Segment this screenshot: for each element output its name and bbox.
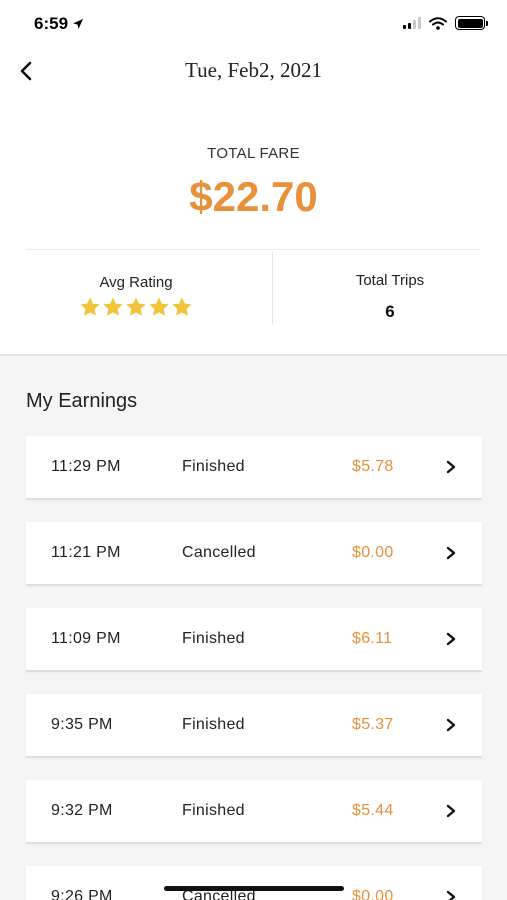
earning-row[interactable]: 11:21 PM Cancelled $0.00 (26, 522, 482, 586)
trip-amount: $5.37 (352, 716, 394, 733)
trip-amount: $0.00 (352, 888, 394, 900)
total-trips-block: Total Trips 6 (253, 252, 506, 326)
status-time-group: 6:59 (34, 14, 84, 34)
trip-status: Finished (182, 802, 245, 819)
wifi-icon (429, 16, 447, 30)
earnings-section: My Earnings 11:29 PM Finished $5.78 11:2… (0, 354, 507, 900)
chevron-right-icon (446, 718, 456, 732)
trip-time: 11:21 PM (51, 544, 121, 561)
avg-rating-label: Avg Rating (99, 274, 173, 291)
trip-amount: $6.11 (352, 630, 393, 647)
status-time: 6:59 (34, 14, 69, 33)
cellular-signal-icon (403, 17, 421, 29)
status-icons (403, 16, 488, 30)
star-icon (149, 297, 169, 316)
star-icon (80, 297, 100, 316)
home-indicator (164, 886, 344, 891)
trip-status: Finished (182, 630, 245, 647)
trip-status: Finished (182, 716, 245, 733)
battery-icon (455, 16, 488, 30)
chevron-right-icon (446, 632, 456, 646)
trip-time: 9:35 PM (51, 716, 113, 733)
nav-bar: Tue, Feb2, 2021 (0, 48, 507, 94)
trip-time: 9:26 PM (51, 888, 113, 900)
trip-time: 11:09 PM (51, 630, 121, 647)
avg-rating-block: Avg Rating (0, 252, 253, 326)
trip-amount: $5.78 (352, 458, 394, 475)
trip-amount: $5.44 (352, 802, 394, 819)
earning-row[interactable]: 11:29 PM Finished $5.78 (26, 436, 482, 500)
rating-stars (0, 296, 272, 318)
earnings-title: My Earnings (26, 390, 138, 412)
total-trips-value: 6 (385, 302, 395, 321)
trip-amount: $0.00 (352, 544, 394, 561)
star-icon (172, 297, 192, 316)
trip-status: Cancelled (182, 544, 256, 561)
page-title: Tue, Feb2, 2021 (185, 58, 322, 82)
total-fare-label: TOTAL FARE (207, 145, 300, 162)
star-icon (126, 297, 146, 316)
total-fare-amount: $22.70 (189, 173, 318, 220)
trip-time: 9:32 PM (51, 802, 113, 819)
stats-panel: Avg Rating Total Trips 6 (0, 252, 507, 326)
chevron-right-icon (446, 804, 456, 818)
earning-row[interactable]: 9:35 PM Finished $5.37 (26, 694, 482, 758)
chevron-right-icon (446, 890, 456, 900)
earning-row[interactable]: 9:32 PM Finished $5.44 (26, 780, 482, 844)
chevron-right-icon (446, 460, 456, 474)
divider (26, 249, 481, 250)
earning-row[interactable]: 11:09 PM Finished $6.11 (26, 608, 482, 672)
status-bar: 6:59 (0, 0, 507, 48)
earning-row[interactable]: 9:26 PM Cancelled $0.00 (26, 866, 482, 900)
trip-status: Finished (182, 458, 245, 475)
trip-time: 11:29 PM (51, 458, 121, 475)
chevron-right-icon (446, 546, 456, 560)
star-icon (103, 297, 123, 316)
total-trips-label: Total Trips (355, 272, 425, 289)
location-arrow-icon (73, 19, 84, 29)
